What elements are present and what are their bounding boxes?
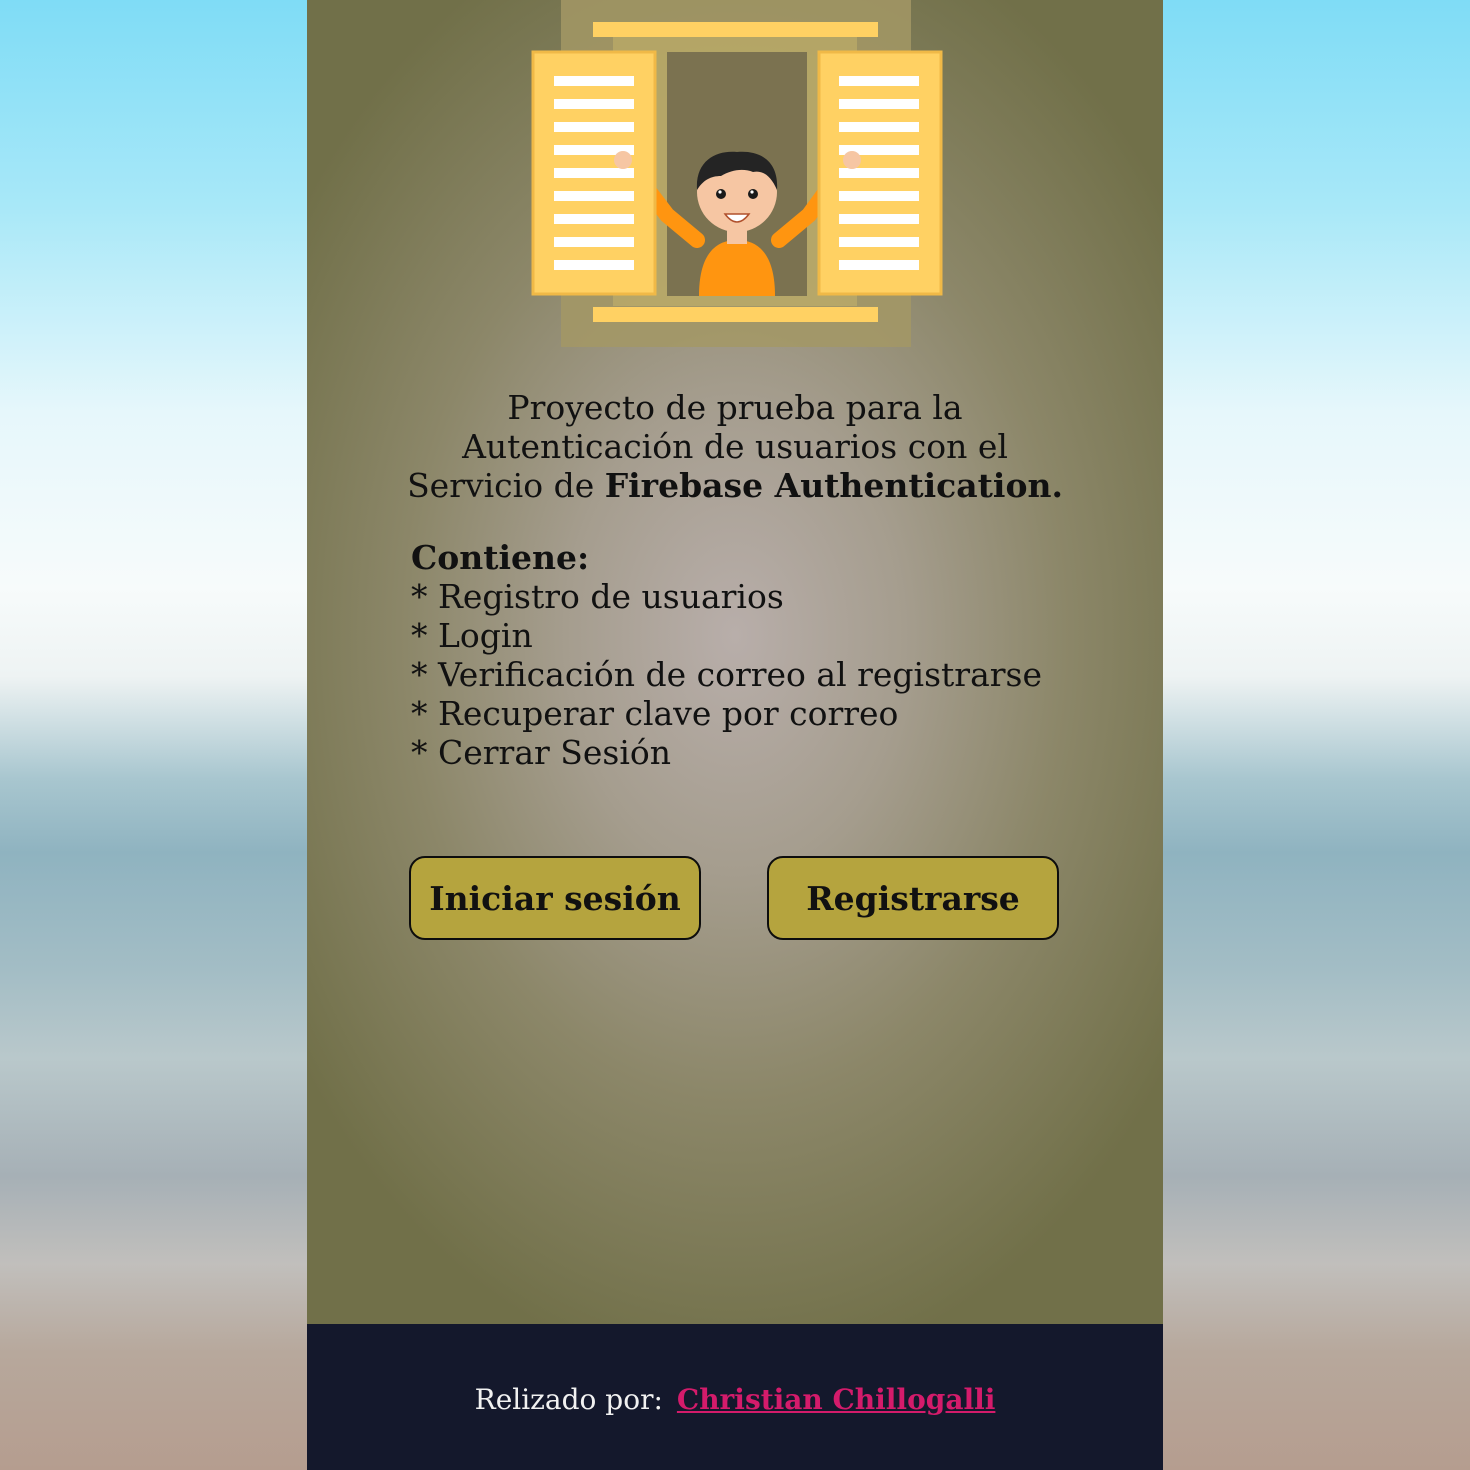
blurred-background-right [1163, 0, 1470, 1470]
main-content: Proyecto de prueba para la Autenticación… [307, 0, 1163, 1324]
features-heading: Contiene: [411, 538, 590, 577]
login-button[interactable]: Iniciar sesión [409, 856, 701, 940]
feature-item: * Verificación de correo al registrarse [411, 655, 1042, 694]
blurred-background-left [0, 0, 307, 1470]
feature-item: * Recuperar clave por correo [411, 694, 899, 733]
author-link[interactable]: Christian Chillogalli [677, 1383, 995, 1416]
footer: Relizado por: Christian Chillogalli [307, 1324, 1163, 1470]
footer-credits: Relizado por: Christian Chillogalli [475, 1383, 996, 1416]
window-illustration [527, 0, 943, 350]
feature-item: * Registro de usuarios [411, 577, 784, 616]
intro-text: Proyecto de prueba para la Autenticación… [397, 388, 1073, 505]
feature-item: * Cerrar Sesión [411, 733, 672, 772]
features-section: Contiene: * Registro de usuarios * Login… [411, 538, 1051, 772]
footer-label: Relizado por: [474, 1382, 663, 1416]
feature-item: * Login [411, 616, 533, 655]
register-button[interactable]: Registrarse [767, 856, 1059, 940]
intro-text-bold: Firebase Authentication. [604, 466, 1063, 505]
app-screen: Proyecto de prueba para la Autenticación… [307, 0, 1163, 1470]
features-list: * Registro de usuarios * Login * Verific… [411, 577, 1051, 772]
